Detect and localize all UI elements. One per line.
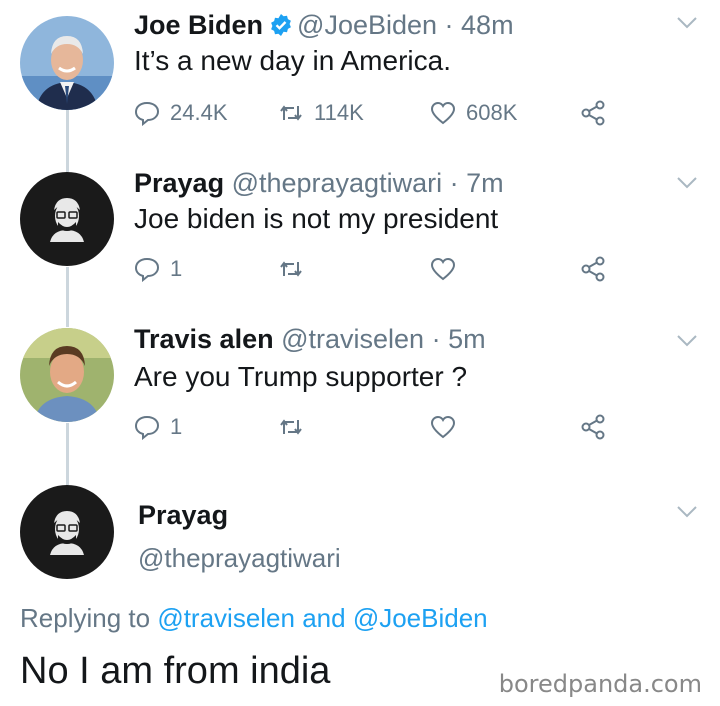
reply-button[interactable]: 1	[134, 412, 182, 442]
tweet-header: Prayag @theprayagtiwari · 7m	[134, 166, 504, 200]
user-handle[interactable]: @JoeBiden	[297, 10, 437, 40]
timestamp[interactable]: · 5m	[432, 324, 486, 354]
reply-count: 1	[170, 414, 183, 439]
chevron-down-icon[interactable]	[676, 505, 698, 519]
retweet-icon	[280, 261, 302, 277]
replying-to: Replying to @traviselen and @JoeBiden	[20, 601, 488, 635]
like-count: 608K	[466, 100, 518, 125]
like-icon	[430, 415, 456, 439]
mention-conjunction: and	[294, 603, 353, 633]
share-icon	[581, 256, 605, 282]
user-handle[interactable]: @traviselen	[281, 324, 424, 354]
timestamp[interactable]: · 48m	[445, 10, 514, 40]
avatar[interactable]	[20, 328, 114, 422]
tweet-header: Travis alen @traviselen · 5m	[134, 322, 486, 356]
display-name[interactable]: Prayag	[138, 498, 228, 532]
tweet-travis-alen[interactable]: Travis alen @traviselen · 5m Are you Tru…	[0, 318, 720, 468]
share-button[interactable]	[580, 98, 616, 128]
chevron-down-icon[interactable]	[676, 176, 698, 190]
reply-count: 24.4K	[170, 100, 228, 125]
user-handle[interactable]: @theprayagtiwari	[138, 541, 341, 575]
tweet-prayag-1[interactable]: Prayag @theprayagtiwari · 7m Joe biden i…	[0, 160, 720, 310]
tweet-header: Joe Biden @JoeBiden · 48m	[134, 8, 514, 42]
like-button[interactable]	[430, 254, 466, 284]
like-icon	[430, 257, 456, 281]
verified-badge-icon	[271, 14, 291, 36]
watermark: boredpanda.com	[498, 670, 702, 698]
tweet-actions: 1	[134, 412, 614, 442]
chevron-down-icon[interactable]	[676, 334, 698, 348]
tweet-actions: 1	[134, 254, 614, 284]
display-name[interactable]: Travis alen	[134, 324, 274, 354]
retweet-button[interactable]	[278, 254, 314, 284]
mention-link[interactable]: @traviselen	[157, 603, 295, 633]
like-button[interactable]	[430, 412, 466, 442]
retweet-count: 114K	[314, 100, 364, 125]
reply-icon	[134, 101, 160, 126]
reply-icon	[134, 415, 160, 440]
chevron-down-icon[interactable]	[676, 16, 698, 30]
mention-link[interactable]: @JoeBiden	[353, 603, 488, 633]
reply-count: 1	[170, 256, 183, 281]
like-icon	[430, 101, 456, 125]
tweet-text: No I am from india	[20, 650, 331, 692]
share-button[interactable]	[580, 254, 616, 284]
tweet-text: It’s a new day in America.	[134, 45, 451, 76]
retweet-icon	[280, 419, 302, 435]
retweet-button[interactable]: 114K	[278, 98, 364, 128]
timestamp[interactable]: · 7m	[450, 168, 504, 198]
share-button[interactable]	[580, 412, 616, 442]
reply-icon	[134, 257, 160, 282]
tweet-joe-biden[interactable]: Joe Biden @JoeBiden · 48m It’s a new day …	[0, 0, 720, 150]
reply-button[interactable]: 24.4K	[134, 98, 228, 128]
user-handle[interactable]: @theprayagtiwari	[232, 168, 443, 198]
retweet-icon	[280, 105, 302, 121]
share-icon	[581, 100, 605, 126]
tweet-text: Joe biden is not my president	[134, 203, 499, 234]
display-name[interactable]: Prayag	[134, 168, 224, 198]
like-button[interactable]: 608K	[430, 98, 517, 128]
replying-prefix: Replying to	[20, 603, 158, 633]
tweet-actions: 24.4K 114K 608K	[134, 98, 614, 128]
avatar[interactable]	[20, 16, 114, 110]
tweet-text: Are you Trump supporter ?	[134, 361, 468, 392]
retweet-button[interactable]	[278, 412, 314, 442]
display-name[interactable]: Joe Biden	[134, 10, 263, 40]
reply-button[interactable]: 1	[134, 254, 182, 284]
share-icon	[581, 414, 605, 440]
avatar[interactable]	[20, 172, 114, 266]
avatar[interactable]	[20, 485, 114, 579]
